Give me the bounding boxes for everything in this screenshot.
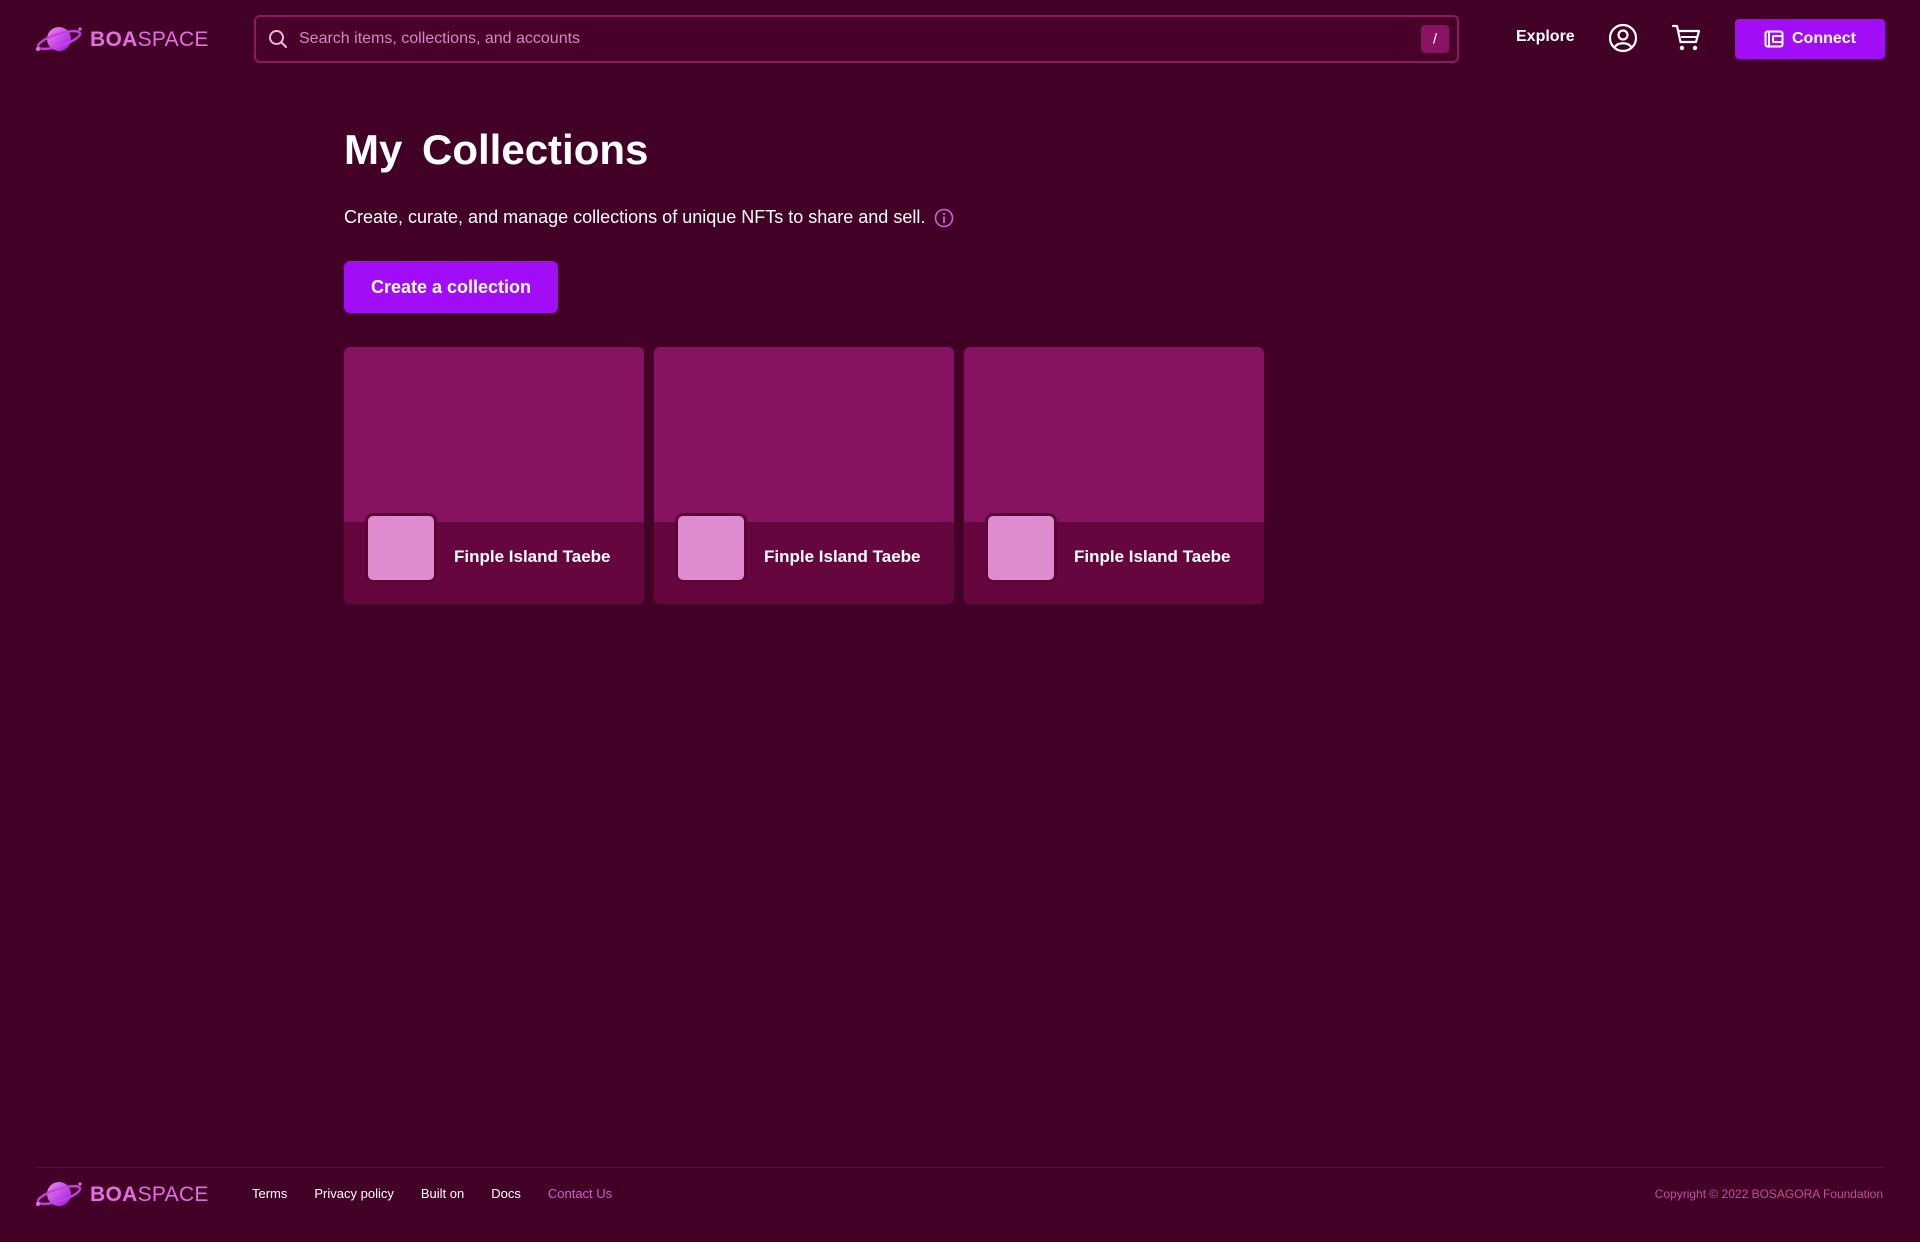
footer-link-built-on[interactable]: Built on (421, 1186, 464, 1201)
footer-links: Terms Privacy policy Built on Docs Conta… (252, 1186, 612, 1201)
top-nav-bar: BOASPACE / Explore Connect (0, 0, 1920, 78)
collection-card[interactable]: Finple Island Taebe (964, 347, 1264, 604)
collection-name: Finple Island Taebe (764, 547, 921, 566)
create-collection-button[interactable]: Create a collection (344, 261, 558, 313)
collection-card[interactable]: Finple Island Taebe (344, 347, 644, 604)
page-description-text: Create, curate, and manage collections o… (344, 207, 926, 227)
planet-logo-icon (36, 1182, 82, 1206)
connect-wallet-button[interactable]: Connect (1735, 19, 1885, 59)
wallet-icon (1764, 30, 1784, 48)
collection-card[interactable]: Finple Island Taebe (654, 347, 954, 604)
collection-banner (654, 347, 954, 522)
page-description: Create, curate, and manage collections o… (344, 207, 954, 228)
footer-brand-logo[interactable]: BOASPACE (34, 1177, 209, 1211)
footer-divider (34, 1167, 1884, 1168)
collection-logo (365, 513, 437, 583)
collection-name: Finple Island Taebe (454, 547, 611, 566)
collection-banner (964, 347, 1264, 522)
search-bar[interactable]: / (254, 15, 1459, 63)
footer-link-contact-us[interactable]: Contact Us (548, 1186, 612, 1201)
account-icon[interactable] (1608, 23, 1638, 53)
info-icon[interactable] (934, 208, 954, 228)
collection-name: Finple Island Taebe (1074, 547, 1231, 566)
footer-link-docs[interactable]: Docs (491, 1186, 521, 1201)
brand-logo[interactable]: BOASPACE (34, 22, 209, 56)
nav-explore-link[interactable]: Explore (1516, 28, 1575, 46)
planet-logo-icon (36, 27, 82, 51)
cart-icon[interactable] (1671, 23, 1703, 53)
collection-grid: Finple Island Taebe Finple Island Taebe … (344, 347, 1264, 604)
footer-link-terms[interactable]: Terms (252, 1186, 287, 1201)
collection-logo (985, 513, 1057, 583)
search-shortcut-key: / (1421, 25, 1449, 53)
search-icon (267, 28, 289, 50)
search-input[interactable] (299, 17, 1421, 61)
collection-logo (675, 513, 747, 583)
footer-link-privacy-policy[interactable]: Privacy policy (314, 1186, 393, 1201)
page-title: My Collections (344, 126, 649, 173)
connect-button-label: Connect (1792, 30, 1856, 47)
collection-banner (344, 347, 644, 522)
brand-wordmark: BOASPACE (90, 27, 209, 51)
copyright-text: Copyright © 2022 BOSAGORA Foundation (1654, 1187, 1883, 1201)
footer-brand-wordmark: BOASPACE (90, 1182, 209, 1206)
